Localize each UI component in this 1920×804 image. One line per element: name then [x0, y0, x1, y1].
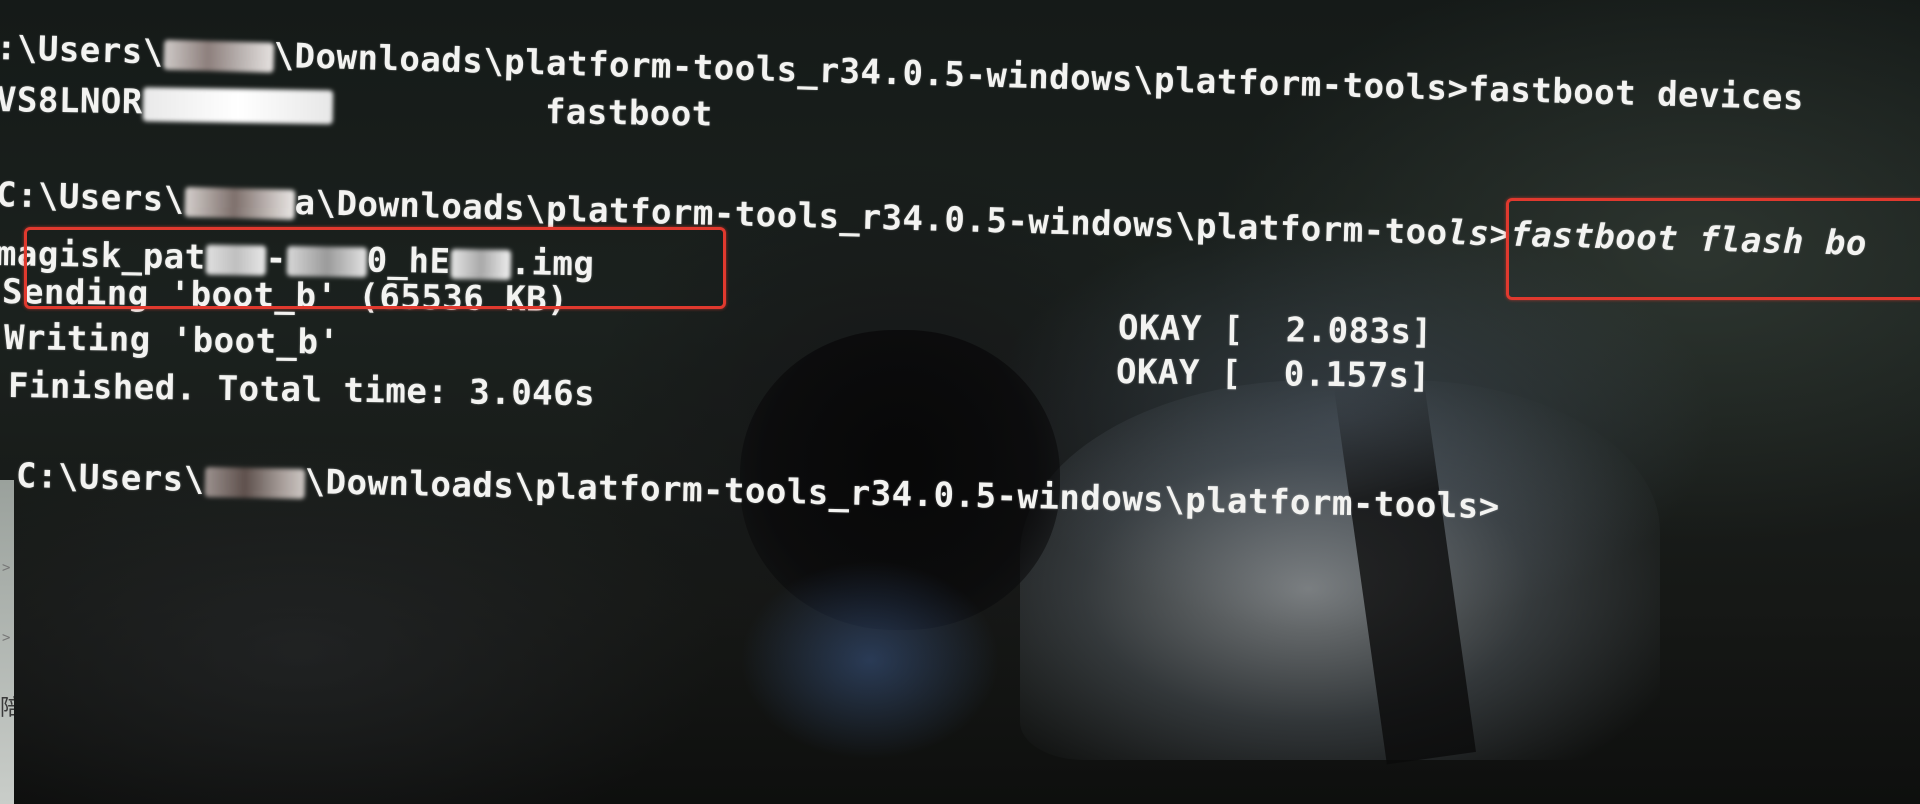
terminal-line-finished: Finished. Total time: 3.046s — [7, 366, 596, 415]
redacted-serial — [142, 86, 333, 124]
okay-writing-status: OKAY [ 0.157s] — [1115, 352, 1431, 397]
redacted-username — [184, 186, 295, 220]
terminal-photo: > > 陪 :\Users\ \Downloads\platform-tools_… — [0, 0, 1920, 804]
terminal-prompt[interactable]: C:\Users\ \Downloads\platform-tools_r34.0… — [16, 456, 1501, 527]
path-prefix: :\Users\ — [0, 28, 165, 73]
prompt-path: \Downloads\platform-tools_r34.0.5-window… — [304, 462, 1501, 528]
terminal-line-device-mode: fastboot — [545, 92, 713, 135]
terminal-line-device-serial: VS8LNOR — [0, 80, 333, 125]
device-mode: fastboot — [544, 92, 714, 135]
terminal-line-writing: Writing 'boot_b' — [3, 318, 340, 363]
highlight-box-flash-command — [1506, 198, 1920, 300]
terminal-output: :\Users\ \Downloads\platform-tools_r34.0.… — [0, 0, 1920, 804]
path-and-command: \Downloads\platform-tools_r34.0.5-window… — [273, 35, 1805, 119]
device-serial: VS8LNOR — [0, 80, 144, 123]
highlight-box-image-file — [24, 227, 726, 309]
redacted-username — [163, 39, 275, 73]
redacted-username — [204, 466, 305, 499]
path-prefix: C:\Users\ — [15, 456, 206, 500]
okay-sending-status: OKAY [ 2.083s] — [1117, 308, 1433, 353]
path-prefix: C:\Users\ — [0, 175, 186, 220]
